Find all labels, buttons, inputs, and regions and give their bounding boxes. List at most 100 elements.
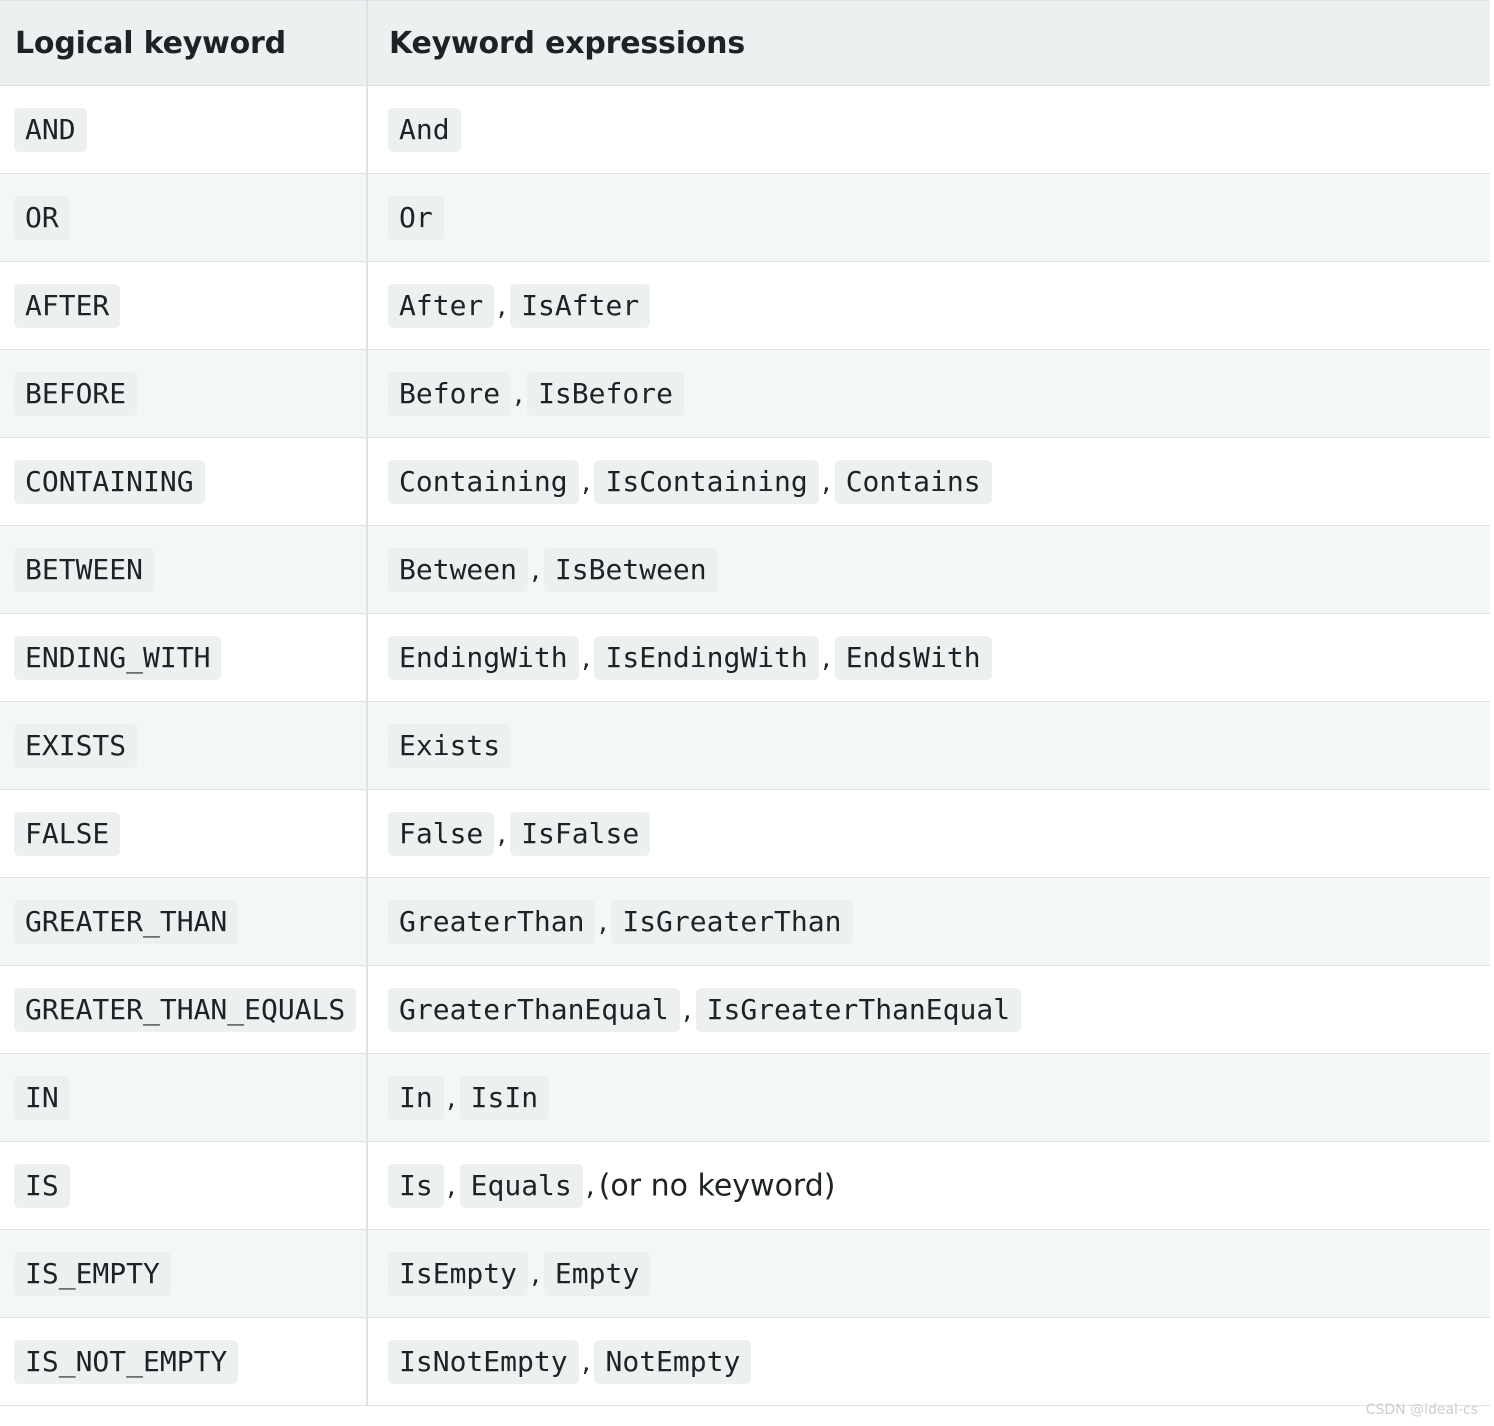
watermark-text: CSDN @ideal-cs (1365, 1402, 1478, 1418)
keyword-expressions-cell: Is, Equals, (or no keyword) (367, 1141, 1490, 1230)
keyword-expressions-cell: And (367, 85, 1490, 174)
separator-comma: , (531, 1257, 540, 1290)
keyword-expression-code: IsNotEmpty (388, 1339, 579, 1384)
separator-comma: , (581, 1345, 591, 1378)
keyword-expression-code: Contains (834, 459, 992, 504)
logical-keyword-code: ENDING_WITH (14, 635, 222, 680)
logical-keyword-cell: GREATER_THAN (0, 877, 368, 966)
logical-keyword-code: FALSE (14, 811, 121, 856)
logical-keyword-code: GREATER_THAN_EQUALS (14, 987, 357, 1032)
logical-keyword-code: AND (14, 107, 87, 152)
keyword-expression-code: After (388, 283, 495, 328)
logical-keyword-code: EXISTS (14, 723, 138, 768)
separator-comma: , (514, 377, 524, 410)
table-row: AND And (0, 85, 1490, 174)
logical-keyword-cell: IS_NOT_EMPTY (0, 1317, 368, 1406)
separator-comma: , (585, 1169, 595, 1202)
logical-keyword-cell: AND (0, 85, 368, 174)
logical-keyword-cell: IS (0, 1141, 368, 1230)
table-row: IS_NOT_EMPTY IsNotEmpty, NotEmpty (0, 1317, 1490, 1406)
table-row: GREATER_THAN GreaterThan, IsGreaterThan (0, 877, 1490, 966)
separator-comma: , (531, 553, 540, 586)
table-row: BETWEEN Between, IsBetween (0, 525, 1490, 614)
table-body: AND And OR Or AFTER After, IsAfter BEFORE Before… (0, 85, 1490, 1406)
keyword-expression-code: Between (388, 547, 529, 592)
table-row: ENDING_WITH EndingWith, IsEndingWith, EndsW… (0, 613, 1490, 702)
separator-comma: , (581, 465, 591, 498)
header-logical-keyword: Logical keyword (0, 0, 368, 86)
keyword-expressions-cell: Exists (367, 701, 1490, 790)
keyword-expressions-cell: In, IsIn (367, 1053, 1490, 1142)
keyword-expression-code: NotEmpty (594, 1339, 752, 1384)
logical-keyword-cell: BETWEEN (0, 525, 368, 614)
keyword-expression-code: IsEmpty (388, 1251, 529, 1296)
keyword-expression-code: And (388, 107, 461, 152)
keyword-expression-code: Empty (543, 1251, 651, 1296)
expression-note: (or no keyword) (598, 1168, 836, 1203)
keyword-expressions-cell: Before, IsBefore (367, 349, 1490, 438)
table-row: FALSE False, IsFalse (0, 789, 1490, 878)
logical-keyword-cell: GREATER_THAN_EQUALS (0, 965, 368, 1054)
separator-comma: , (581, 641, 591, 674)
keyword-expression-code: IsBefore (527, 371, 684, 416)
logical-keyword-code: OR (14, 195, 70, 240)
keyword-expressions-cell: After, IsAfter (367, 261, 1490, 350)
keyword-expression-code: GreaterThanEqual (388, 987, 680, 1032)
keyword-expressions-cell: GreaterThanEqual, IsGreaterThanEqual (367, 965, 1490, 1054)
header-keyword-expressions: Keyword expressions (367, 0, 1490, 86)
keyword-expression-code: IsAfter (510, 283, 651, 328)
keyword-expression-code: IsIn (459, 1075, 550, 1120)
table-row: AFTER After, IsAfter (0, 261, 1490, 350)
keyword-expressions-cell: False, IsFalse (367, 789, 1490, 878)
keyword-expression-code: Is (388, 1163, 444, 1208)
table-row: GREATER_THAN_EQUALS GreaterThanEqual, IsGr… (0, 965, 1490, 1054)
logical-keyword-cell: AFTER (0, 261, 368, 350)
table-row: EXISTS Exists (0, 701, 1490, 790)
keyword-expression-code: IsContaining (594, 459, 819, 504)
logical-keyword-cell: IN (0, 1053, 368, 1142)
keyword-expression-code: EndingWith (388, 635, 579, 680)
keyword-expression-code: Or (388, 195, 444, 240)
keyword-expressions-cell: Between, IsBetween (367, 525, 1490, 614)
keyword-expression-code: GreaterThan (388, 899, 596, 944)
table-row: BEFORE Before, IsBefore (0, 349, 1490, 438)
keyword-expressions-cell: IsNotEmpty, NotEmpty (367, 1317, 1490, 1406)
separator-comma: , (446, 1169, 456, 1202)
separator-comma: , (598, 905, 608, 938)
keyword-expression-code: False (388, 811, 495, 856)
keyword-expressions-cell: EndingWith, IsEndingWith, EndsWith (367, 613, 1490, 702)
keyword-expression-code: Containing (388, 459, 579, 504)
logical-keyword-code: BETWEEN (14, 547, 155, 592)
logical-keyword-cell: CONTAINING (0, 437, 368, 526)
keyword-expression-code: IsGreaterThanEqual (695, 987, 1022, 1032)
logical-keyword-code: IN (14, 1075, 70, 1120)
logical-keyword-code: GREATER_THAN (14, 899, 239, 944)
logical-keyword-cell: OR (0, 173, 368, 262)
keyword-expressions-cell: IsEmpty, Empty (367, 1229, 1490, 1318)
separator-comma: , (446, 1081, 456, 1114)
separator-comma: , (821, 641, 831, 674)
table-row: CONTAINING Containing, IsContaining, Contai… (0, 437, 1490, 526)
keyword-expression-code: Exists (388, 723, 512, 768)
keyword-expression-code: In (388, 1075, 444, 1120)
keyword-expression-code: IsEndingWith (594, 635, 819, 680)
table-row: IS_EMPTY IsEmpty, Empty (0, 1229, 1490, 1318)
keyword-table: Logical keyword Keyword expressions AND A… (0, 0, 1490, 1406)
logical-keyword-cell: IS_EMPTY (0, 1229, 368, 1318)
keyword-expressions-cell: Or (367, 173, 1490, 262)
logical-keyword-code: CONTAINING (14, 459, 205, 504)
keyword-expression-code: Before (388, 371, 512, 416)
keyword-expression-code: EndsWith (834, 635, 992, 680)
separator-comma: , (497, 817, 507, 850)
keyword-expression-code: IsGreaterThan (611, 899, 853, 944)
logical-keyword-cell: EXISTS (0, 701, 368, 790)
logical-keyword-cell: BEFORE (0, 349, 368, 438)
header-row: Logical keyword Keyword expressions (0, 0, 1490, 86)
keyword-expression-code: Equals (459, 1163, 583, 1208)
separator-comma: , (821, 465, 831, 498)
logical-keyword-code: AFTER (14, 283, 121, 328)
logical-keyword-cell: FALSE (0, 789, 368, 878)
logical-keyword-code: IS (14, 1163, 70, 1208)
separator-comma: , (682, 993, 692, 1026)
table-row: IN In, IsIn (0, 1053, 1490, 1142)
